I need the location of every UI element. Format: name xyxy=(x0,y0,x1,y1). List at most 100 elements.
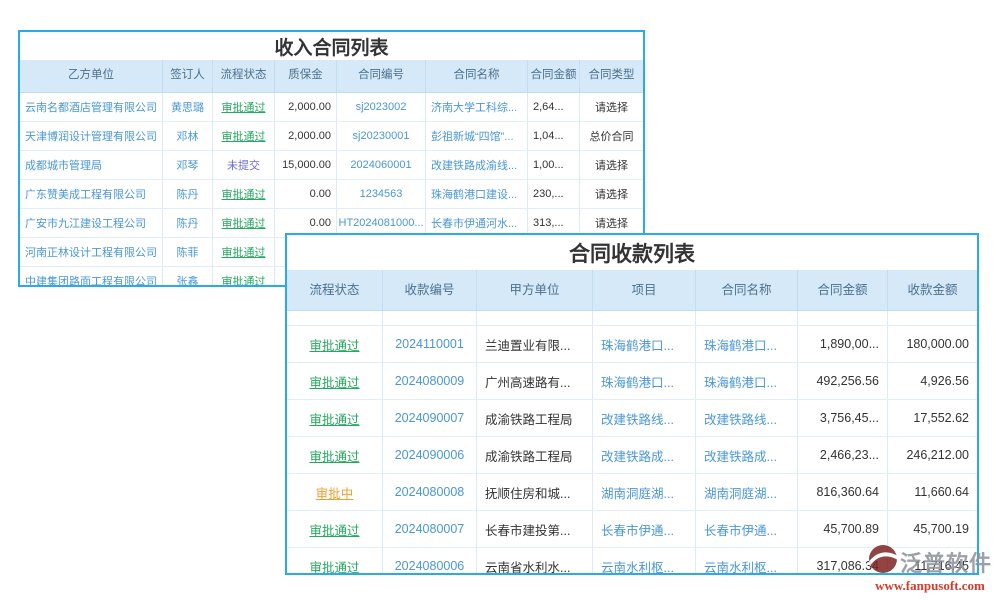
contract-name-column-header: 合同名称 xyxy=(696,270,798,310)
contract-name-cell[interactable]: 改建铁路成渝线... xyxy=(426,151,528,179)
signatory-cell[interactable]: 陈丹 xyxy=(163,209,213,237)
empty-cell xyxy=(888,311,977,325)
contract-name-column-header: 合同名称 xyxy=(426,60,528,92)
contract-type-cell[interactable]: 请选择 xyxy=(580,180,643,208)
contract-amount-cell: 1,890,00... xyxy=(798,326,888,362)
contract-name-cell[interactable]: 改建铁路线... xyxy=(696,400,798,436)
status-link[interactable]: 审批通过 xyxy=(309,557,359,576)
process-status-cell: 未提交 xyxy=(213,151,275,179)
status-link[interactable]: 审批中 xyxy=(316,483,354,502)
status-link[interactable]: 审批通过 xyxy=(309,446,359,465)
signatory-cell[interactable]: 黄思璐 xyxy=(163,93,213,121)
contract-name-cell[interactable]: 济南大学工科综... xyxy=(426,93,528,121)
contract-name-cell[interactable]: 珠海鹤港口... xyxy=(696,363,798,399)
contract-amount-cell: 230,... xyxy=(528,180,580,208)
project-cell[interactable]: 珠海鹤港口... xyxy=(593,363,696,399)
process-status-column-header: 流程状态 xyxy=(213,60,275,92)
signatory-cell[interactable]: 陈菲 xyxy=(163,238,213,266)
status-link[interactable]: 审批通过 xyxy=(309,372,359,391)
receipt-amount-cell: 11,660.64 xyxy=(888,474,977,510)
receipt-no-cell[interactable]: 2024090006 xyxy=(383,437,477,473)
status-link[interactable]: 审批通过 xyxy=(309,335,359,354)
party-b-unit-cell[interactable]: 河南正林设计工程有限公司 xyxy=(20,238,163,266)
empty-cell xyxy=(383,311,477,325)
contract-name-cell[interactable]: 彭祖新城“四馆”... xyxy=(426,122,528,150)
project-cell[interactable]: 改建铁路成... xyxy=(593,437,696,473)
contract-type-cell[interactable]: 请选择 xyxy=(580,151,643,179)
receipt-no-cell[interactable]: 2024080008 xyxy=(383,474,477,510)
contract-type-column-header: 合同类型 xyxy=(580,60,643,92)
table-row: 审批通过2024090006成渝铁路工程局改建铁路成...改建铁路成...2,4… xyxy=(287,437,977,474)
contract-type-cell[interactable]: 总价合同 xyxy=(580,122,643,150)
contract-no-cell[interactable]: 1234563 xyxy=(337,180,426,208)
contract-no-column-header: 合同编号 xyxy=(337,60,426,92)
project-cell[interactable]: 长春市伊通... xyxy=(593,511,696,547)
status-link[interactable]: 审批通过 xyxy=(222,128,266,144)
contract-no-cell[interactable]: 2024060001 xyxy=(337,151,426,179)
table-row: 天津博润设计管理有限公司邓林审批通过2,000.00sj20230001彭祖新城… xyxy=(20,122,643,151)
receipt-no-cell[interactable]: 2024080006 xyxy=(383,548,477,575)
project-cell[interactable]: 湖南洞庭湖... xyxy=(593,474,696,510)
process-status-cell: 审批通过 xyxy=(213,209,275,237)
party-b-unit-cell[interactable]: 天津博润设计管理有限公司 xyxy=(20,122,163,150)
party-b-unit-cell[interactable]: 广东赞美成工程有限公司 xyxy=(20,180,163,208)
quality-deposit-cell: 15,000.00 xyxy=(275,151,337,179)
contract-name-cell[interactable]: 云南水利枢... xyxy=(696,548,798,575)
contract-name-cell[interactable]: 湖南洞庭湖... xyxy=(696,474,798,510)
contract-type-cell[interactable]: 请选择 xyxy=(580,93,643,121)
process-status-cell: 审批通过 xyxy=(287,400,383,436)
signatory-cell[interactable]: 邓琴 xyxy=(163,151,213,179)
party-b-unit-cell[interactable]: 云南名都酒店管理有限公司 xyxy=(20,93,163,121)
process-status-cell: 审批通过 xyxy=(213,93,275,121)
receipt-no-cell[interactable]: 2024110001 xyxy=(383,326,477,362)
receipt-no-cell[interactable]: 2024080009 xyxy=(383,363,477,399)
party-a-unit-cell: 成渝铁路工程局 xyxy=(477,400,593,436)
status-link[interactable]: 审批通过 xyxy=(222,215,266,231)
status-link[interactable]: 审批通过 xyxy=(222,244,266,260)
table-row: 审批通过2024110001兰迪置业有限...珠海鹤港口...珠海鹤港口...1… xyxy=(287,326,977,363)
empty-cell xyxy=(593,311,696,325)
process-status-cell: 审批通过 xyxy=(287,548,383,575)
signatory-cell[interactable]: 张鑫 xyxy=(163,267,213,287)
party-b-unit-cell[interactable]: 成都城市管理局 xyxy=(20,151,163,179)
process-status-column-header: 流程状态 xyxy=(287,270,383,310)
party-a-unit-cell: 成渝铁路工程局 xyxy=(477,437,593,473)
status-link[interactable]: 审批通过 xyxy=(222,186,266,202)
table-row: 云南名都酒店管理有限公司黄思璐审批通过2,000.00sj2023002济南大学… xyxy=(20,93,643,122)
party-b-unit-cell[interactable]: 中建集团路面工程有限公司 xyxy=(20,267,163,287)
signatory-cell[interactable]: 邓林 xyxy=(163,122,213,150)
receipt-amount-column-header: 收款金额 xyxy=(888,270,977,310)
empty-cell xyxy=(287,311,383,325)
status-link[interactable]: 审批通过 xyxy=(309,520,359,539)
receipt-no-cell[interactable]: 2024090007 xyxy=(383,400,477,436)
receipt-amount-cell: 45,700.19 xyxy=(888,511,977,547)
table-row: 广东赞美成工程有限公司陈丹审批通过0.001234563珠海鹤港口建设...23… xyxy=(20,180,643,209)
party-a-unit-cell: 抚顺住房和城... xyxy=(477,474,593,510)
project-cell[interactable]: 云南水利枢... xyxy=(593,548,696,575)
contract-name-cell[interactable]: 珠海鹤港口建设... xyxy=(426,180,528,208)
contract-no-cell[interactable]: sj20230001 xyxy=(337,122,426,150)
contract-amount-column-header: 合同金额 xyxy=(798,270,888,310)
contract-amount-cell: 45,700.89 xyxy=(798,511,888,547)
empty-cell xyxy=(696,311,798,325)
project-cell[interactable]: 改建铁路线... xyxy=(593,400,696,436)
receipt-no-cell[interactable]: 2024080007 xyxy=(383,511,477,547)
contract-amount-cell: 2,466,23... xyxy=(798,437,888,473)
process-status-cell: 审批通过 xyxy=(213,122,275,150)
watermark: 泛普软件 www.fanpusoft.com xyxy=(856,544,1000,594)
quality-deposit-column-header: 质保金 xyxy=(275,60,337,92)
project-column-header: 项目 xyxy=(593,270,696,310)
status-link[interactable]: 未提交 xyxy=(227,157,260,173)
contract-no-cell[interactable]: sj2023002 xyxy=(337,93,426,121)
status-link[interactable]: 审批通过 xyxy=(309,409,359,428)
contract-name-cell[interactable]: 改建铁路成... xyxy=(696,437,798,473)
status-link[interactable]: 审批通过 xyxy=(222,273,266,287)
contract-name-cell[interactable]: 珠海鹤港口... xyxy=(696,326,798,362)
signatory-cell[interactable]: 陈丹 xyxy=(163,180,213,208)
party-a-unit-cell: 广州高速路有... xyxy=(477,363,593,399)
party-b-unit-column-header: 乙方单位 xyxy=(20,60,163,92)
status-link[interactable]: 审批通过 xyxy=(222,99,266,115)
project-cell[interactable]: 珠海鹤港口... xyxy=(593,326,696,362)
contract-name-cell[interactable]: 长春市伊通... xyxy=(696,511,798,547)
party-b-unit-cell[interactable]: 广安市九江建设工程公司 xyxy=(20,209,163,237)
